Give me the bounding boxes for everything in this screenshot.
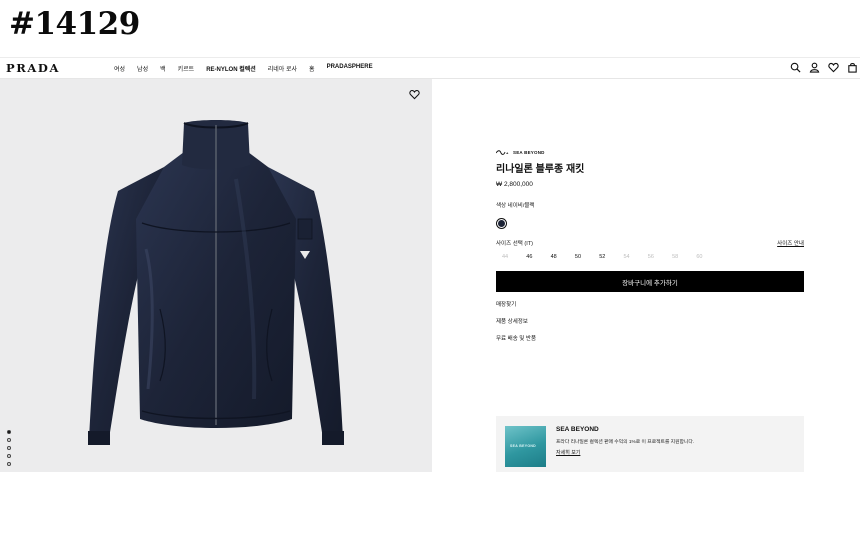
nav-item-women[interactable]: 여성 [114, 64, 125, 73]
gallery-pagination [7, 430, 11, 466]
size-option[interactable]: 58 [672, 254, 696, 260]
account-icon[interactable] [809, 62, 820, 73]
size-option[interactable]: 48 [551, 254, 575, 260]
size-options: 44 46 48 50 52 54 56 58 60 [496, 254, 804, 260]
wishlist-heart-icon[interactable] [409, 89, 420, 100]
gallery-dot-4[interactable] [7, 454, 11, 458]
svg-text:+: + [506, 151, 509, 156]
prada-logo[interactable]: PRADA [6, 61, 60, 75]
header-icons [790, 62, 858, 73]
product-price: ₩ 2,800,000 [496, 181, 533, 188]
shipping-returns-link[interactable]: 무료 배송 및 반품 [496, 334, 804, 342]
nav-item-kids[interactable]: 키르트 [178, 64, 195, 73]
product-title: 리나일론 블루종 재킷 [496, 164, 585, 175]
size-option[interactable]: 56 [648, 254, 672, 260]
gallery-dot-2[interactable] [7, 438, 11, 442]
wishlist-icon[interactable] [828, 62, 839, 73]
color-swatch-navy[interactable] [496, 218, 507, 229]
size-label: 사이즈 선택 (IT) [496, 241, 533, 247]
nav-item-re-nylon[interactable]: RE-NYLON 컬렉션 [206, 64, 256, 73]
nav-item-linea-rossa[interactable]: 리네아 로사 [268, 64, 297, 73]
gallery-dot-3[interactable] [7, 446, 11, 450]
gallery-dot-5[interactable] [7, 462, 11, 466]
sea-beyond-tag: + SEA BEYOND [496, 150, 804, 155]
store-locator-link[interactable]: 매장찾기 [496, 300, 804, 308]
nav-item-bags[interactable]: 백 [160, 64, 166, 73]
size-option[interactable]: 54 [623, 254, 647, 260]
sea-beyond-image: SEA BEYOND [505, 426, 546, 467]
watermark-id: #14129 [9, 6, 140, 42]
product-gallery[interactable] [0, 79, 432, 472]
nav-item-men[interactable]: 남성 [137, 64, 148, 73]
wave-icon: + [496, 150, 509, 156]
product-image-jacket [88, 120, 344, 445]
sea-beyond-more-link[interactable]: 자세히 보기 [556, 449, 580, 456]
product-page: #14129 PRADA 여성 남성 백 키르트 RE-NYLON 컬렉션 리네… [0, 0, 860, 551]
sea-beyond-card: SEA BEYOND SEA BEYOND 프라다 리나일론 컬렉션 판매 수익… [496, 416, 804, 472]
sea-beyond-image-label: SEA BEYOND [510, 444, 537, 448]
main-nav: 여성 남성 백 키르트 RE-NYLON 컬렉션 리네아 로사 홈 PRADAS… [114, 64, 385, 73]
nav-item-home[interactable]: 홈 [309, 64, 315, 73]
size-option[interactable]: 44 [502, 254, 526, 260]
swatch-fill [498, 220, 505, 227]
product-info: + SEA BEYOND 리나일론 블루종 재킷 ₩ 2,800,000 색상 … [496, 150, 804, 342]
size-option[interactable]: 50 [575, 254, 599, 260]
size-guide-link[interactable]: 사이즈 안내 [777, 239, 804, 247]
add-to-cart-button[interactable]: 장바구니에 추가하기 [496, 271, 804, 292]
color-label: 색상 네이비/블랙 [496, 203, 535, 209]
sea-beyond-text: 프라다 리나일론 컬렉션 판매 수익의 1%로 이 프로젝트를 지원합니다. [556, 440, 695, 445]
nav-item-pradasphere[interactable]: PRADASPHERE [327, 64, 373, 73]
size-option[interactable]: 46 [526, 254, 550, 260]
search-icon[interactable] [790, 62, 801, 73]
size-option[interactable]: 52 [599, 254, 623, 260]
site-header: PRADA 여성 남성 백 키르트 RE-NYLON 컬렉션 리네아 로사 홈 … [0, 57, 860, 79]
gallery-dot-1[interactable] [7, 430, 11, 434]
size-option[interactable]: 60 [696, 254, 720, 260]
sea-beyond-title: SEA BEYOND [556, 426, 599, 433]
bag-icon[interactable] [847, 62, 858, 73]
product-details-link[interactable]: 제품 상세정보 [496, 317, 804, 325]
brand-tag-text: SEA BEYOND [513, 150, 545, 155]
size-row: 사이즈 선택 (IT) 사이즈 안내 [496, 239, 804, 247]
